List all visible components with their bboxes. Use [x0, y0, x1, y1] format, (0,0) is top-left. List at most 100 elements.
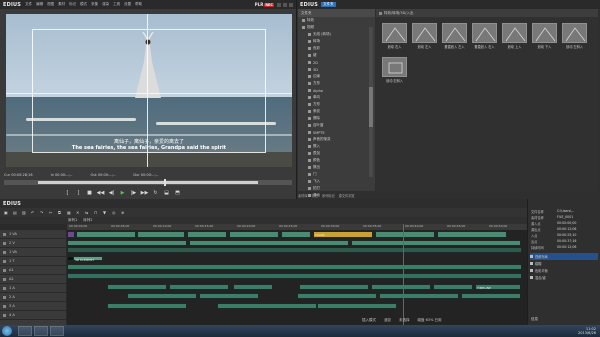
library-tab[interactable]: 素材库: [298, 193, 308, 198]
library-tab[interactable]: 文件夹: [321, 2, 336, 7]
new-sequence-icon[interactable]: ▣: [4, 210, 9, 215]
set-in-icon[interactable]: [: [64, 189, 71, 196]
track-header[interactable]: 4 A: [0, 311, 66, 320]
playhead[interactable]: [403, 224, 404, 325]
tree-item[interactable]: 擦出: [298, 164, 375, 171]
track-header[interactable]: A2: [0, 275, 66, 284]
title-clip[interactable]: 3D ELEMENT: [73, 256, 103, 262]
effect-list-item[interactable]: 色彩平衡: [530, 267, 598, 274]
lock-icon[interactable]: [3, 286, 6, 290]
timeline-clip[interactable]: [187, 231, 227, 238]
audio-clip[interactable]: [297, 293, 377, 299]
tree-item[interactable]: 特效: [298, 17, 375, 24]
menu-item[interactable]: 标记: [69, 2, 76, 7]
undo-icon[interactable]: ↶: [31, 210, 36, 215]
timeline-clip[interactable]: [67, 231, 75, 238]
checkbox-icon[interactable]: [530, 276, 533, 279]
effect-thumbnail[interactable]: 垂直划入 左入: [442, 23, 467, 49]
stop-icon[interactable]: ■: [86, 189, 93, 196]
effect-list-item[interactable]: 模糊: [530, 260, 598, 267]
tree-item[interactable]: 2D: [298, 59, 375, 66]
track-header[interactable]: 2 A: [0, 293, 66, 302]
menu-item[interactable]: 设置: [124, 2, 131, 7]
start-button[interactable]: [2, 326, 12, 336]
lock-icon[interactable]: [3, 268, 6, 272]
track-header[interactable]: 3 A: [0, 302, 66, 311]
tree-item[interactable]: Alpha: [298, 87, 375, 94]
set-out-icon[interactable]: ]: [75, 189, 82, 196]
zoom-icon[interactable]: ⊕: [121, 210, 126, 215]
lock-icon[interactable]: [3, 304, 6, 308]
scrub-bar[interactable]: [4, 179, 292, 186]
video-preview[interactable]: 离仙子，离仙子，亲爱的离去了 The sea fairies, the sea …: [6, 14, 292, 167]
audio-clip[interactable]: [433, 284, 473, 290]
plr-rec-indicator[interactable]: PLR REC: [255, 2, 274, 7]
audio-clip[interactable]: [67, 264, 522, 270]
step-back-icon[interactable]: ◀|: [108, 189, 115, 196]
taskbar-app[interactable]: [50, 326, 64, 336]
effect-thumbnail[interactable]: 划动 下入: [532, 23, 557, 49]
tree-item[interactable]: 方形: [298, 101, 375, 108]
audio-clip[interactable]: TIMELINE: [475, 284, 521, 290]
library-tab[interactable]: 源文件浏览: [339, 193, 355, 198]
timeline-clip[interactable]: [351, 240, 521, 246]
track-header[interactable]: 1 T: [0, 257, 66, 266]
track-header[interactable]: 2 V: [0, 239, 66, 248]
tree-item[interactable]: 3D: [298, 66, 375, 73]
tab-sequence-1[interactable]: 序列1: [68, 218, 77, 223]
tree-scrollbar[interactable]: [369, 27, 373, 177]
ripple-icon[interactable]: ⇆: [85, 210, 90, 215]
audio-clip[interactable]: [107, 284, 167, 290]
track-header[interactable]: 1 VA: [0, 230, 66, 239]
redo-icon[interactable]: ↷: [40, 210, 45, 215]
lock-icon[interactable]: [3, 295, 6, 299]
timeline-clip[interactable]: [189, 240, 349, 246]
tree-item[interactable]: 色彩: [298, 45, 375, 52]
lock-icon[interactable]: [3, 250, 6, 254]
tree-item[interactable]: 单向: [298, 94, 375, 101]
render-icon[interactable]: ◎: [112, 210, 117, 215]
paste-icon[interactable]: ▦: [67, 210, 72, 215]
effect-thumbnail[interactable]: 划动 左入: [412, 23, 437, 49]
rewind-icon[interactable]: ◀◀: [97, 189, 105, 196]
menu-item[interactable]: 帮助: [135, 2, 142, 7]
menu-item[interactable]: 文件: [25, 2, 32, 7]
timeline-clip[interactable]: [76, 231, 136, 238]
tree-item[interactable]: SMPTE: [298, 129, 375, 136]
audio-clip[interactable]: [169, 284, 229, 290]
lock-icon[interactable]: [3, 232, 6, 236]
tree-item[interactable]: 颜色: [298, 157, 375, 164]
info-tab[interactable]: 信息: [531, 317, 538, 322]
menu-item[interactable]: 工具: [113, 2, 120, 7]
timeline-clip[interactable]: [67, 240, 187, 246]
effect-thumbnail[interactable]: 划动 左斜入: [562, 23, 587, 49]
tree-item[interactable]: 转场: [298, 38, 375, 45]
marker-icon[interactable]: ▼: [103, 210, 108, 215]
fast-forward-icon[interactable]: ▶▶: [141, 189, 149, 196]
tree-item[interactable]: 门: [298, 171, 375, 178]
menu-item[interactable]: 编辑: [36, 2, 43, 7]
library-tab[interactable]: 序列标记: [322, 193, 335, 198]
checkbox-icon[interactable]: [530, 262, 533, 265]
track-header[interactable]: A1: [0, 266, 66, 275]
audio-clip[interactable]: [217, 303, 317, 309]
effect-thumbnail[interactable]: 划动 右斜入: [382, 57, 407, 83]
audio-clip[interactable]: [199, 293, 259, 299]
taskbar-app[interactable]: [34, 326, 48, 336]
taskbar-app[interactable]: [18, 326, 32, 336]
insert-icon[interactable]: ⬒: [174, 189, 181, 196]
tree-item[interactable]: 声音的渐变: [298, 136, 375, 143]
tree-item[interactable]: 键: [298, 52, 375, 59]
audio-clip[interactable]: [67, 273, 522, 279]
tree-item[interactable]: 方形: [298, 80, 375, 87]
effect-list-item[interactable]: 混合/键: [530, 274, 598, 281]
tree-item[interactable]: 视频: [298, 24, 375, 31]
timeline-clip[interactable]: [281, 231, 311, 238]
library-tab[interactable]: 特效: [312, 193, 318, 198]
timeline-clip[interactable]: [229, 231, 279, 238]
loop-icon[interactable]: ↻: [152, 189, 159, 196]
effect-list-item[interactable]: 视频布局: [530, 253, 598, 260]
overwrite-icon[interactable]: ⬓: [163, 189, 170, 196]
menu-item[interactable]: 采集: [91, 2, 98, 7]
tree-item[interactable]: 擦除: [298, 115, 375, 122]
